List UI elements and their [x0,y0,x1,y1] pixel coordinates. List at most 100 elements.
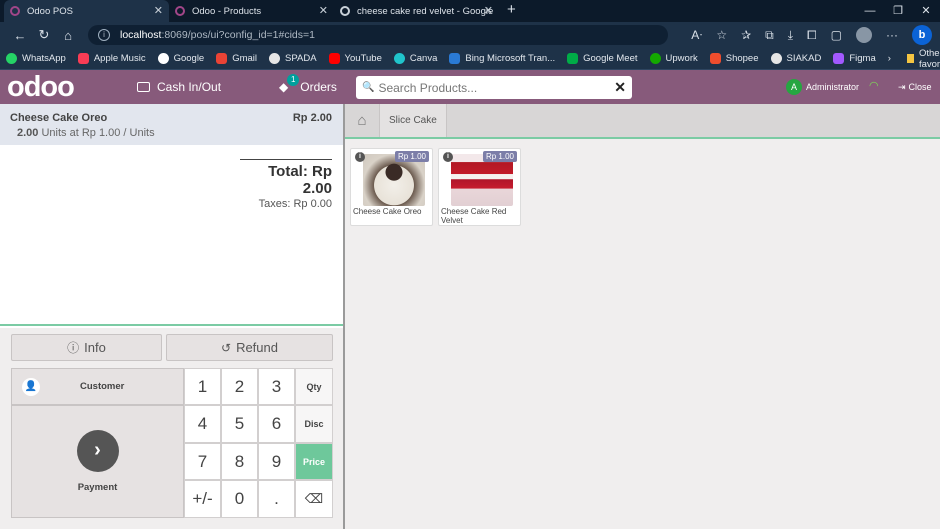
user-avatar: A [786,79,802,95]
order-line-unit: Units at Rp 1.00 / Units [38,127,155,139]
tab-title: Odoo POS [27,5,73,17]
order-line-detail: 2.00 Units at Rp 1.00 / Units [17,127,333,139]
site-info-icon[interactable]: i [98,29,110,41]
new-tab-icon[interactable]: + [507,0,516,22]
chevron-right-icon[interactable]: › [888,53,891,64]
tab-google-search[interactable]: cheese cake red velvet - Google ✕ [334,0,499,22]
numpad-key-6[interactable]: 6 [258,405,295,443]
mode-disc-button[interactable]: Disc [295,405,333,443]
numpad-key-8[interactable]: 8 [221,443,258,480]
sign-out-icon: ⇥ [898,81,906,92]
refund-button[interactable]: ↺ Refund [166,334,333,361]
bookmark-canva[interactable]: Canva [393,53,437,64]
bookmark-siakad[interactable]: SIAKAD [770,53,821,64]
collections-icon[interactable]: ⧉ [765,28,774,43]
order-panel: Cheese Cake Oreo Rp 2.00 2.00 Units at R… [0,104,343,326]
browser-tab-strip: Odoo POS ✕ Odoo - Products ✕ cheese cake… [0,0,940,22]
orders-button[interactable]: ◆ 1 Orders [279,70,337,104]
favorite-star-icon[interactable]: ☆ [716,28,727,42]
numpad-key-7[interactable]: 7 [184,443,221,480]
bookmark-figma[interactable]: Figma [833,53,876,64]
mode-price-button[interactable]: Price [295,443,333,480]
minimize-icon[interactable]: — [856,0,884,22]
workspaces-icon[interactable]: ▢ [831,28,842,42]
bookmark-upwork[interactable]: Upwork [649,53,698,64]
tab-close-icon[interactable]: ✕ [154,4,163,17]
control-pad: ⓘ Info ↺ Refund 👤 Customer › Payment 1 2… [0,328,343,529]
folder-icon [906,54,914,63]
backspace-icon[interactable]: ⌫ [295,480,333,518]
payment-button[interactable]: › Payment [11,405,184,518]
siakad-icon [770,53,782,64]
cash-in-out-button[interactable]: Cash In/Out [137,70,221,104]
odoo-logo: odoo [7,71,75,103]
browser-nav-bar: ← ↻ ⌂ i localhost :8069/pos/ui?config_id… [0,22,940,48]
more-menu-icon[interactable]: ··· [886,28,898,42]
tab-close-icon[interactable]: ✕ [484,4,493,17]
bookmark-bing-translator[interactable]: Bing Microsoft Tran... [449,53,555,64]
tab-odoo-pos[interactable]: Odoo POS ✕ [4,0,169,22]
clear-search-icon[interactable]: ✕ [614,79,626,96]
search-placeholder: Search Products... [378,80,478,95]
search-products-input[interactable]: 🔍 Search Products... ✕ [356,76,632,99]
bing-translator-icon [449,53,461,64]
product-info-icon[interactable]: i [355,152,365,162]
numpad-key-1[interactable]: 1 [184,368,221,405]
order-line-product: Cheese Cake Oreo [10,112,108,124]
product-name: Cheese Cake Red Velvet [441,207,507,225]
home-category-icon[interactable]: ⌂ [345,104,380,137]
bookmark-gmail[interactable]: Gmail [216,53,257,64]
extensions-icon[interactable]: ⧠ [807,28,817,43]
google-meet-icon [567,53,579,64]
breadcrumb-slice-cake[interactable]: Slice Cake [380,104,447,137]
order-line-qty: 2.00 [17,127,39,139]
read-aloud-icon[interactable]: Aᐧ [691,28,702,42]
numpad-key-sign[interactable]: +/- [184,480,221,518]
numpad-key-0[interactable]: 0 [221,480,258,518]
product-price-tag: Rp 1.00 [482,151,517,162]
numpad-key-5[interactable]: 5 [221,405,258,443]
product-info-icon[interactable]: i [443,152,453,162]
pos-header: odoo Cash In/Out ◆ 1 Orders 🔍 Search Prod… [0,70,940,104]
home-icon[interactable]: ⌂ [56,28,80,43]
customer-button[interactable]: 👤 Customer [11,368,184,405]
back-icon[interactable]: ← [8,28,32,43]
bookmark-spada[interactable]: SPADA [269,53,317,64]
order-summary: Total: Rp 2.00 Taxes: Rp 0.00 [240,159,332,210]
info-button[interactable]: ⓘ Info [11,334,162,361]
bookmark-whatsapp[interactable]: WhatsApp [6,53,66,64]
reload-icon[interactable]: ↻ [32,27,56,43]
numpad-key-dot[interactable]: . [258,480,295,518]
address-bar[interactable]: i localhost :8069/pos/ui?config_id=1#cid… [88,25,668,45]
order-line[interactable]: Cheese Cake Oreo Rp 2.00 2.00 Units at R… [0,104,343,145]
mode-qty-button[interactable]: Qty [295,368,333,405]
product-card[interactable]: i Rp 1.00 Cheese Cake Red Velvet [438,148,521,226]
window-controls: — ❐ ✕ [856,0,940,22]
window-close-icon[interactable]: ✕ [912,0,940,22]
profile-avatar[interactable] [856,27,872,43]
wifi-icon[interactable]: ◠ [869,79,879,92]
bookmark-youtube[interactable]: YouTube [328,53,382,64]
favorites-icon[interactable]: ✰ [741,28,751,42]
numpad-key-9[interactable]: 9 [258,443,295,480]
tab-close-icon[interactable]: ✕ [319,4,328,17]
numpad-key-3[interactable]: 3 [258,368,295,405]
numpad-key-4[interactable]: 4 [184,405,221,443]
downloads-icon[interactable]: ⤓ [788,28,793,43]
search-icon: 🔍 [362,82,375,93]
bookmark-shopee[interactable]: Shopee [709,53,759,64]
bing-copilot-icon[interactable]: b [912,25,932,45]
numpad-key-2[interactable]: 2 [221,368,258,405]
bookmark-google-meet[interactable]: Google Meet [567,53,638,64]
tab-title: Odoo - Products [192,5,262,17]
user-menu[interactable]: A Administrator [786,70,859,104]
undo-icon: ↺ [221,340,232,355]
bookmark-google[interactable]: Google [157,53,204,64]
other-favorites[interactable]: ›Other favorites [888,48,940,70]
category-breadcrumb: ⌂ Slice Cake [345,104,940,139]
product-card[interactable]: i Rp 1.00 Cheese Cake Oreo [350,148,433,226]
tab-odoo-products[interactable]: Odoo - Products ✕ [169,0,334,22]
maximize-icon[interactable]: ❐ [884,0,912,22]
bookmark-apple-music[interactable]: Apple Music [77,53,146,64]
close-session-button[interactable]: ⇥ Close [898,70,932,104]
